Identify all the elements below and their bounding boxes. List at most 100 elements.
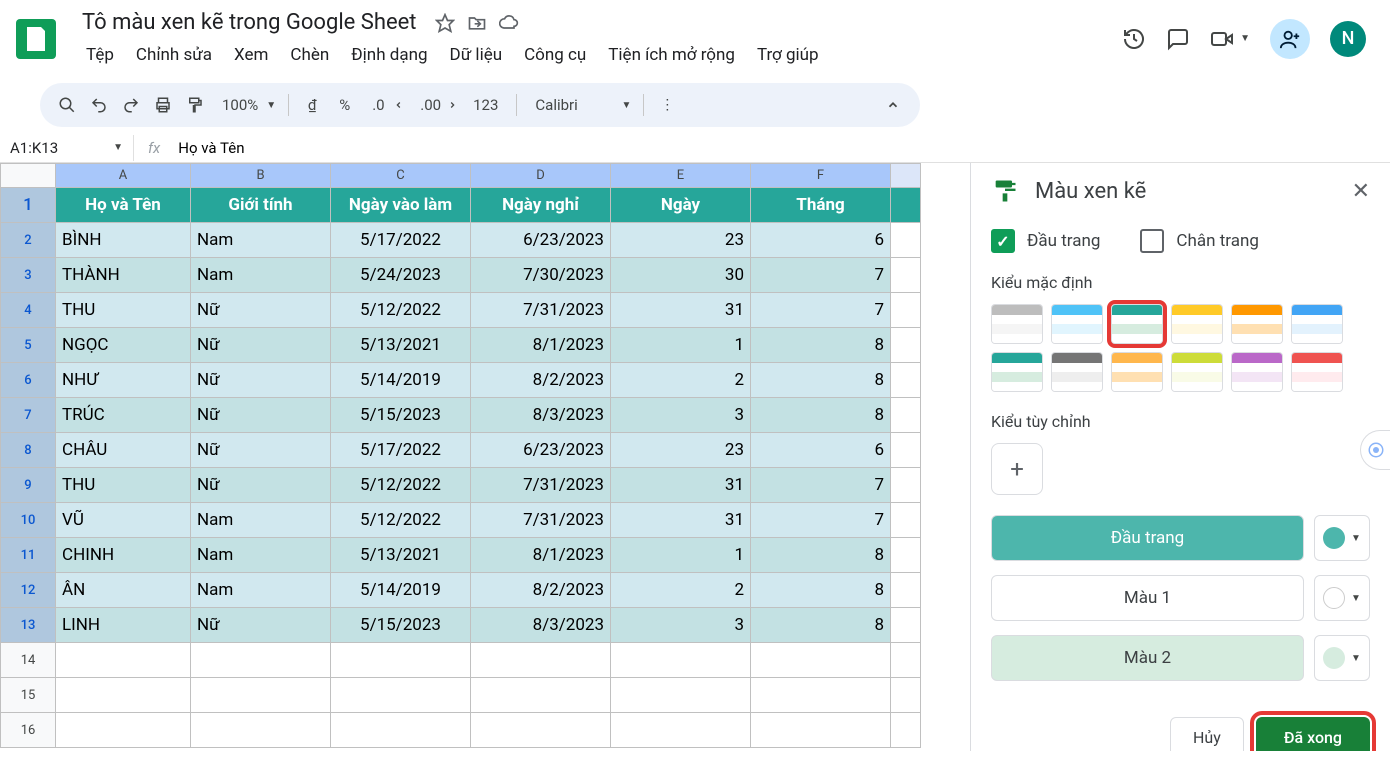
column-header-E[interactable]: E	[611, 164, 751, 188]
style-swatch-7[interactable]	[1051, 352, 1103, 392]
cell[interactable]: 8	[751, 573, 891, 608]
column-header-F[interactable]: F	[751, 164, 891, 188]
cell[interactable]: NHƯ	[56, 363, 191, 398]
row-header-2[interactable]: 2	[1, 223, 56, 258]
style-swatch-9[interactable]	[1171, 352, 1223, 392]
cell[interactable]: Nam	[191, 538, 331, 573]
row-header-1[interactable]: 1	[1, 188, 56, 223]
cell[interactable]	[471, 713, 611, 748]
cell[interactable]: 7/31/2023	[471, 293, 611, 328]
menu-trợ-giúp[interactable]: Trợ giúp	[747, 41, 829, 69]
header-cell[interactable]: Tháng	[751, 188, 891, 223]
menu-dữ-liệu[interactable]: Dữ liệu	[440, 41, 513, 69]
cancel-button[interactable]: Hủy	[1170, 717, 1244, 751]
row-header-10[interactable]: 10	[1, 503, 56, 538]
menu-định-dạng[interactable]: Định dạng	[341, 41, 437, 69]
cell[interactable]	[56, 643, 191, 678]
header-cell[interactable]: Ngày nghỉ	[471, 188, 611, 223]
cell[interactable]: 8	[751, 608, 891, 643]
cell[interactable]	[471, 643, 611, 678]
cell[interactable]: 5/13/2021	[331, 328, 471, 363]
style-swatch-2[interactable]	[1111, 304, 1163, 344]
cell[interactable]	[331, 643, 471, 678]
cell[interactable]: VŨ	[56, 503, 191, 538]
cell[interactable]: THU	[56, 293, 191, 328]
paint-format-icon[interactable]	[180, 90, 210, 120]
cell[interactable]	[191, 713, 331, 748]
cell[interactable]: BÌNH	[56, 223, 191, 258]
cell[interactable]: CHÂU	[56, 433, 191, 468]
column-header-B[interactable]: B	[191, 164, 331, 188]
collapse-toolbar-icon[interactable]	[878, 90, 908, 120]
row-header-15[interactable]: 15	[1, 678, 56, 713]
header-cell[interactable]: Họ và Tên	[56, 188, 191, 223]
move-folder-icon[interactable]	[467, 13, 487, 33]
cell[interactable]: 8/2/2023	[471, 363, 611, 398]
increase-decimal-icon[interactable]: .00	[410, 90, 461, 120]
cell[interactable]: THU	[56, 468, 191, 503]
style-swatch-4[interactable]	[1231, 304, 1283, 344]
row-header-6[interactable]: 6	[1, 363, 56, 398]
cell[interactable]	[611, 713, 751, 748]
done-button[interactable]: Đã xong	[1256, 717, 1370, 751]
number-format-button[interactable]: 123	[463, 90, 508, 120]
cell[interactable]: 8/3/2023	[471, 608, 611, 643]
style-swatch-1[interactable]	[1051, 304, 1103, 344]
style-swatch-8[interactable]	[1111, 352, 1163, 392]
cell[interactable]: 6/23/2023	[471, 223, 611, 258]
column-header-A[interactable]: A	[56, 164, 191, 188]
cloud-status-icon[interactable]	[499, 13, 519, 33]
cell[interactable]: 1	[611, 328, 751, 363]
cell[interactable]: Nam	[191, 503, 331, 538]
redo-icon[interactable]	[116, 90, 146, 120]
cell[interactable]: 7	[751, 503, 891, 538]
row-header-9[interactable]: 9	[1, 468, 56, 503]
meet-dropdown-icon[interactable]: ▼	[1240, 33, 1250, 44]
cell[interactable]: 5/24/2023	[331, 258, 471, 293]
menu-tệp[interactable]: Tệp	[76, 41, 124, 69]
cell[interactable]: CHINH	[56, 538, 191, 573]
cell[interactable]: Nam	[191, 223, 331, 258]
footer-checkbox[interactable]	[1140, 229, 1164, 253]
style-swatch-11[interactable]	[1291, 352, 1343, 392]
formula-input[interactable]	[174, 135, 1390, 161]
row-header-14[interactable]: 14	[1, 643, 56, 678]
cell[interactable]: 7/31/2023	[471, 503, 611, 538]
cell[interactable]: 8	[751, 398, 891, 433]
cell[interactable]: 7	[751, 258, 891, 293]
cell[interactable]: 31	[611, 503, 751, 538]
cell[interactable]	[891, 678, 921, 713]
close-icon[interactable]: ✕	[1352, 179, 1370, 204]
cell[interactable]	[191, 643, 331, 678]
cell[interactable]: 5/15/2023	[331, 608, 471, 643]
cell[interactable]: 8/3/2023	[471, 398, 611, 433]
cell[interactable]: Nam	[191, 573, 331, 608]
sheets-logo[interactable]	[16, 19, 56, 59]
cell[interactable]	[891, 713, 921, 748]
row-header-8[interactable]: 8	[1, 433, 56, 468]
currency-button[interactable]: ₫	[297, 90, 327, 120]
row-header-16[interactable]: 16	[1, 713, 56, 748]
cell[interactable]: Nữ	[191, 363, 331, 398]
style-swatch-5[interactable]	[1291, 304, 1343, 344]
cell[interactable]: Nữ	[191, 433, 331, 468]
cell[interactable]: ÂN	[56, 573, 191, 608]
cell[interactable]	[751, 678, 891, 713]
cell[interactable]: 5/12/2022	[331, 293, 471, 328]
decrease-decimal-icon[interactable]: .0	[362, 90, 408, 120]
cell[interactable]: 6/23/2023	[471, 433, 611, 468]
cell[interactable]: Nam	[191, 258, 331, 293]
menu-chèn[interactable]: Chèn	[280, 41, 339, 69]
menu-xem[interactable]: Xem	[224, 41, 278, 69]
cell[interactable]: TRÚC	[56, 398, 191, 433]
menu-tiện-ích-mở-rộng[interactable]: Tiện ích mở rộng	[598, 41, 745, 69]
cell[interactable]: 8	[751, 328, 891, 363]
cell[interactable]	[611, 678, 751, 713]
cell[interactable]: Nữ	[191, 608, 331, 643]
font-dropdown[interactable]: Calibri▼	[525, 90, 635, 120]
name-box[interactable]: A1:K13 ▼	[0, 135, 134, 161]
row-header-13[interactable]: 13	[1, 608, 56, 643]
cell[interactable]: 6	[751, 223, 891, 258]
print-icon[interactable]	[148, 90, 178, 120]
cell[interactable]: 5/15/2023	[331, 398, 471, 433]
